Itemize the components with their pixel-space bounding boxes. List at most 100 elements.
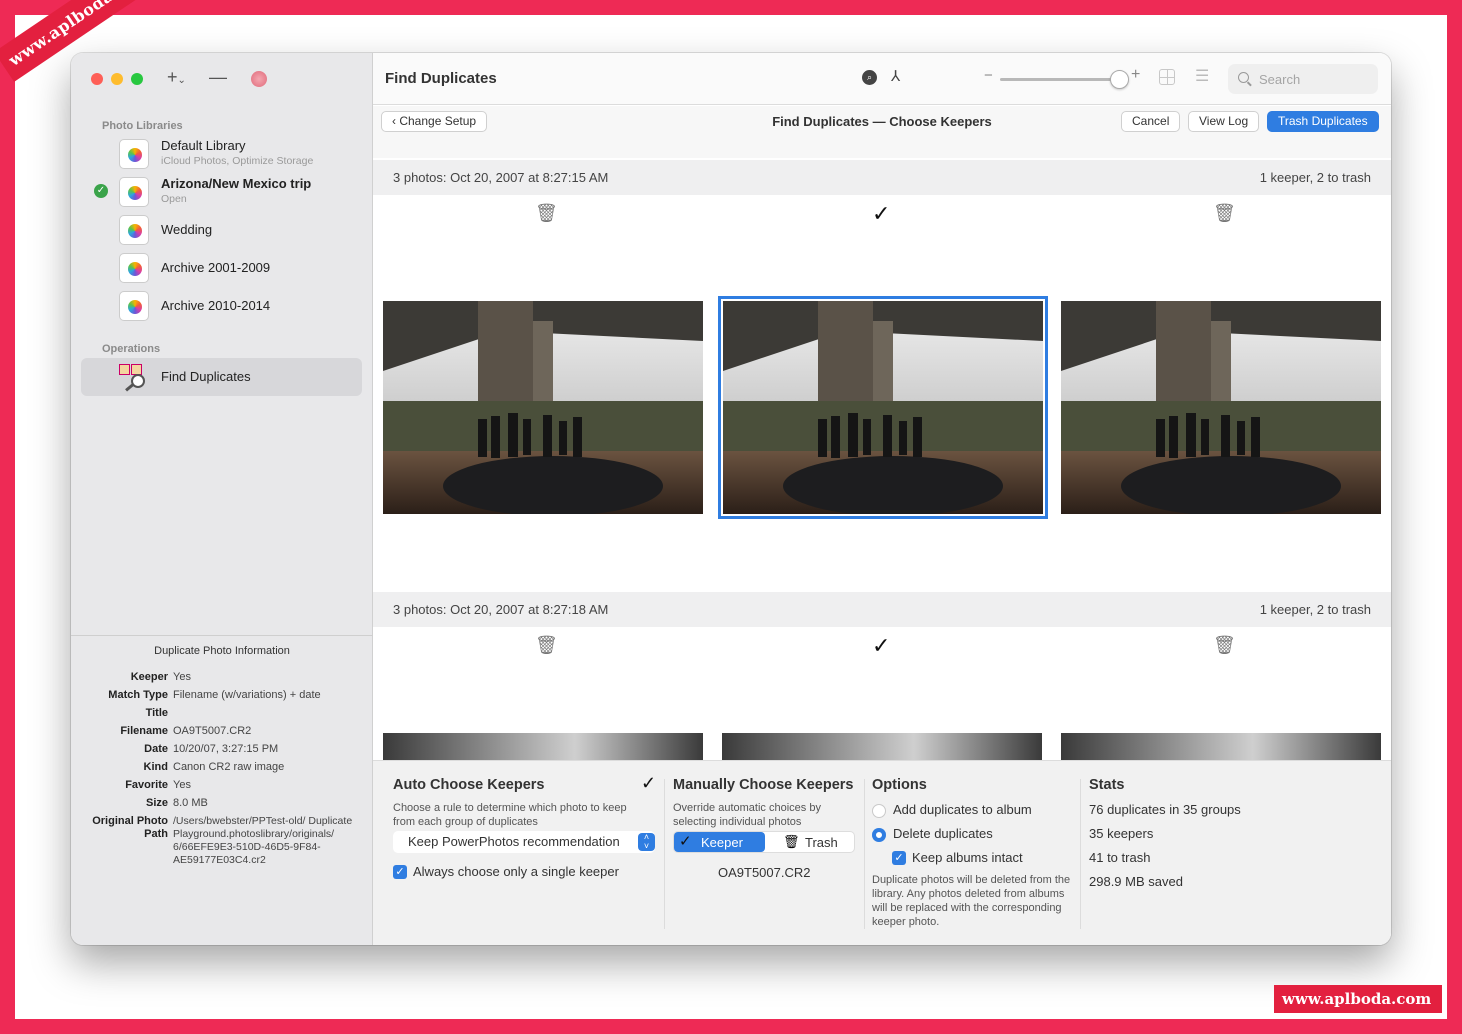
- single-keeper-checkbox[interactable]: ✓: [393, 865, 407, 879]
- close-window-button[interactable]: [91, 73, 103, 85]
- grid-view-icon[interactable]: [1159, 69, 1175, 85]
- add-duplicates-radio[interactable]: [872, 804, 886, 818]
- photo-image: [383, 301, 703, 514]
- keeper-check-icon: ✓: [679, 833, 692, 850]
- trash-icon: 🗑: [783, 834, 800, 849]
- remove-library-button[interactable]: —: [209, 67, 227, 88]
- group-header: 3 photos: Oct 20, 2007 at 8:27:15 AM 1 k…: [373, 160, 1391, 195]
- group-label: 3 photos: Oct 20, 2007 at 8:27:18 AM: [393, 602, 609, 617]
- photos-app-icon[interactable]: [251, 71, 267, 87]
- single-keeper-label: Always choose only a single keeper: [413, 864, 619, 879]
- keeper-check-icon[interactable]: ✓: [872, 201, 890, 227]
- options-title: Options: [872, 777, 927, 793]
- stat-line: 41 to trash: [1089, 850, 1151, 865]
- stat-line: 76 duplicates in 35 groups: [1089, 802, 1241, 817]
- options-note: Duplicate photos will be deleted from th…: [872, 874, 1071, 928]
- photo-image: [1061, 301, 1381, 514]
- keeper-rule-select[interactable]: Keep PowerPhotos recommendation ˄ ˅: [393, 831, 655, 853]
- options-section: Options Add duplicates to album Delete d…: [872, 761, 1077, 945]
- photos-library-icon: [119, 253, 149, 283]
- stat-line: 35 keepers: [1089, 826, 1154, 841]
- manual-choose-description: Override automatic choices by selecting …: [673, 802, 821, 828]
- manual-choose-section: Manually Choose Keepers Override automat…: [673, 761, 863, 945]
- section-divider: [864, 779, 865, 929]
- delete-duplicates-label: Delete duplicates: [893, 826, 993, 841]
- sidebar: +⌄ — Photo Libraries Default Library iCl…: [71, 53, 373, 945]
- operations-section-label: Operations: [102, 343, 161, 355]
- find-duplicates-icon: [119, 362, 149, 392]
- watermark-banner-bottom: www.aplboda.com: [1274, 985, 1442, 1013]
- search-circle-icon[interactable]: ⌕: [862, 70, 877, 85]
- group-header: 3 photos: Oct 20, 2007 at 8:27:18 AM 1 k…: [373, 592, 1391, 627]
- cancel-button[interactable]: Cancel: [1121, 111, 1181, 132]
- duplicate-photo-thumbnail[interactable]: [383, 733, 703, 760]
- trash-icon[interactable]: 🗑: [1213, 203, 1236, 224]
- library-name: Archive 2001-2009: [161, 260, 271, 275]
- group-label: 3 photos: Oct 20, 2007 at 8:27:15 AM: [393, 170, 609, 185]
- search-field[interactable]: Search: [1228, 64, 1378, 94]
- duplicate-photo-thumbnail-keeper[interactable]: [718, 296, 1048, 519]
- sidebar-item-find-duplicates[interactable]: Find Duplicates: [81, 358, 362, 396]
- sidebar-item-archive-2010-2014[interactable]: Archive 2010-2014: [117, 289, 357, 323]
- library-subtitle: iCloud Photos, Optimize Storage: [161, 155, 314, 167]
- duplicate-photo-thumbnail[interactable]: [722, 733, 1042, 760]
- search-placeholder: Search: [1259, 72, 1301, 87]
- trash-icon[interactable]: 🗑: [535, 203, 558, 224]
- keep-albums-checkbox[interactable]: ✓: [892, 851, 906, 865]
- sidebar-item-wedding[interactable]: Wedding: [117, 213, 357, 247]
- photo-image: [723, 301, 1043, 514]
- zoom-window-button[interactable]: [131, 73, 143, 85]
- list-view-icon[interactable]: ☰: [1195, 66, 1209, 86]
- stats-section: Stats 76 duplicates in 35 groups 35 keep…: [1089, 761, 1369, 945]
- zoom-in-icon[interactable]: +: [1131, 66, 1140, 84]
- library-name: Archive 2010-2014: [161, 298, 271, 313]
- trash-icon[interactable]: 🗑: [535, 635, 558, 656]
- keep-albums-label: Keep albums intact: [912, 850, 1023, 865]
- duplicate-photo-thumbnail[interactable]: [1061, 733, 1381, 760]
- trash-segment[interactable]: 🗑 Trash: [765, 832, 855, 852]
- operation-label: Find Duplicates: [161, 369, 251, 384]
- main-content: Find Duplicates ⌕ ⅄ − + ☰ Search ‹ Chang…: [373, 53, 1391, 945]
- selected-filename: OA9T5007.CR2: [718, 865, 811, 880]
- sidebar-item-default-library[interactable]: Default Library iCloud Photos, Optimize …: [117, 137, 357, 171]
- photos-library-icon: [119, 177, 149, 207]
- sidebar-item-arizona-new-mexico-trip[interactable]: Arizona/New Mexico trip Open: [117, 175, 357, 209]
- keeper-settings-panel: Auto Choose Keepers ✓ Choose a rule to d…: [373, 760, 1391, 945]
- libraries-section-label: Photo Libraries: [102, 120, 183, 132]
- duplicate-photo-thumbnail[interactable]: [1061, 301, 1381, 514]
- keeper-segment[interactable]: ✓ Keeper: [674, 832, 765, 852]
- zoom-slider-knob[interactable]: [1110, 70, 1129, 89]
- zoom-slider[interactable]: [1000, 78, 1120, 81]
- keeper-check-icon[interactable]: ✓: [872, 633, 890, 659]
- auto-choose-check-icon: ✓: [641, 773, 657, 793]
- view-log-button[interactable]: View Log: [1188, 111, 1260, 132]
- duplicate-photo-thumbnail[interactable]: [383, 301, 703, 514]
- photos-library-icon: [119, 215, 149, 245]
- search-icon-handle: [1247, 81, 1252, 87]
- photos-library-icon: [119, 291, 149, 321]
- info-panel-title: Duplicate Photo Information: [154, 645, 290, 657]
- library-name: Arizona/New Mexico trip: [161, 176, 312, 191]
- active-library-check-icon: ✓: [94, 184, 108, 198]
- photos-library-icon: [119, 139, 149, 169]
- auto-choose-section: Auto Choose Keepers ✓ Choose a rule to d…: [393, 761, 661, 945]
- sidebar-item-archive-2001-2009[interactable]: Archive 2001-2009: [117, 251, 357, 285]
- stat-line: 298.9 MB saved: [1089, 874, 1183, 889]
- auto-choose-title: Auto Choose Keepers: [393, 777, 545, 793]
- select-stepper-icon: ˄ ˅: [638, 833, 655, 851]
- delete-duplicates-radio[interactable]: [872, 828, 886, 842]
- duplicate-info-panel: Duplicate Photo Information Keeper Yes Ma…: [71, 635, 373, 945]
- group-summary: 1 keeper, 2 to trash: [1259, 170, 1371, 185]
- minimize-window-button[interactable]: [111, 73, 123, 85]
- add-library-button[interactable]: +⌄: [167, 67, 186, 88]
- trash-icon[interactable]: 🗑: [1213, 635, 1236, 656]
- titlebar: Find Duplicates ⌕ ⅄ − + ☰ Search: [373, 53, 1391, 105]
- zoom-out-icon[interactable]: −: [984, 67, 993, 84]
- keepers-toolbar: ‹ Change Setup Find Duplicates — Choose …: [373, 106, 1391, 158]
- auto-choose-description: Choose a rule to determine which photo t…: [393, 802, 627, 828]
- keeper-trash-segmented-control[interactable]: ✓ Keeper 🗑 Trash: [673, 831, 855, 853]
- trash-duplicates-button[interactable]: Trash Duplicates: [1267, 111, 1379, 132]
- library-subtitle: Open: [161, 193, 187, 205]
- manual-choose-title: Manually Choose Keepers: [673, 777, 854, 793]
- merge-icon[interactable]: ⅄: [891, 67, 900, 85]
